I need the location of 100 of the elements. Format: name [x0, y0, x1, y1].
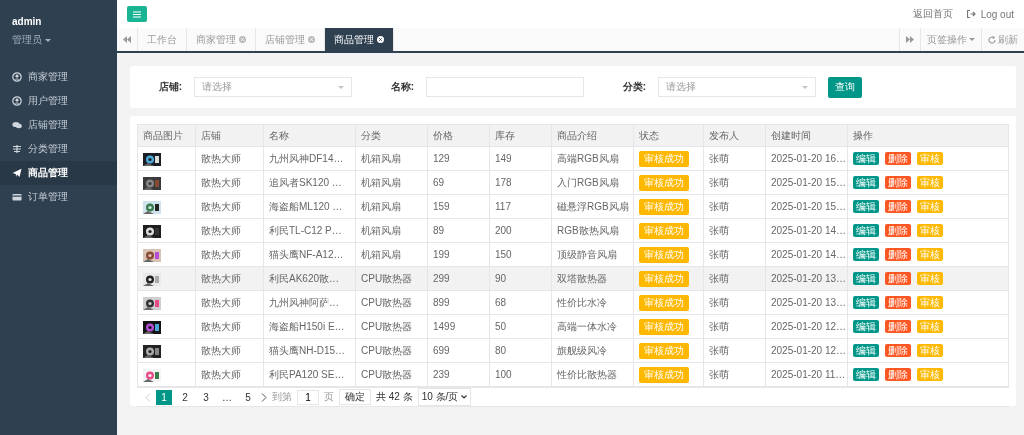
- refresh-icon: [988, 35, 996, 44]
- column-header: 状态: [633, 124, 704, 147]
- delete-button[interactable]: 删除: [885, 368, 911, 381]
- table-cell: 50: [489, 314, 552, 339]
- page-button[interactable]: 1: [156, 389, 172, 405]
- sidebar-item[interactable]: 用户管理: [0, 89, 117, 113]
- table-cell: 机箱风扇: [355, 194, 428, 219]
- total-count: 共 42 条: [376, 390, 413, 404]
- edit-button[interactable]: 编辑: [853, 296, 879, 309]
- edit-button[interactable]: 编辑: [853, 152, 879, 165]
- confirm-button[interactable]: 确定: [339, 389, 371, 405]
- delete-button[interactable]: 删除: [885, 272, 911, 285]
- sidebar-item[interactable]: 分类管理: [0, 137, 117, 161]
- tab[interactable]: 商家管理: [187, 28, 256, 51]
- page-button[interactable]: 2: [177, 389, 193, 405]
- delete-button[interactable]: 删除: [885, 248, 911, 261]
- table-cell: 69: [427, 170, 490, 195]
- table-cell: 散热大师: [195, 290, 264, 315]
- table-cell: 性价比散热器: [551, 362, 634, 387]
- role-dropdown[interactable]: 管理员: [12, 33, 105, 47]
- previous-page-icon[interactable]: [145, 392, 151, 402]
- page-button[interactable]: 3: [198, 389, 214, 405]
- table-cell: 2025-01-20 14…: [765, 218, 848, 243]
- table-cell: 海盗船ML120 …: [263, 194, 356, 219]
- table-cell: 张萌: [703, 194, 766, 219]
- search-button[interactable]: 查询: [828, 76, 862, 98]
- sidebar-item[interactable]: 店铺管理: [0, 113, 117, 137]
- logout-link[interactable]: Log out: [966, 8, 1014, 20]
- chat-icon: [12, 120, 22, 130]
- table-cell: 张萌: [703, 314, 766, 339]
- column-header: 名称: [263, 124, 356, 147]
- page-size-select[interactable]: 10 条/页: [417, 388, 472, 406]
- user-icon: [12, 96, 22, 106]
- edit-button[interactable]: 编辑: [853, 200, 879, 213]
- table-cell: 张萌: [703, 242, 766, 267]
- edit-button[interactable]: 编辑: [853, 224, 879, 237]
- edit-button[interactable]: 编辑: [853, 248, 879, 261]
- menu-button[interactable]: [127, 6, 147, 22]
- table-cell: 80: [489, 338, 552, 363]
- home-link[interactable]: 返回首页: [912, 7, 953, 21]
- tab[interactable]: 商品管理: [325, 28, 394, 51]
- sidebar-item[interactable]: 商家管理: [0, 65, 117, 89]
- table-cell: 200: [489, 218, 552, 243]
- status-badge: 审核成功: [639, 342, 689, 359]
- page-input[interactable]: 1: [297, 389, 319, 405]
- delete-button[interactable]: 删除: [885, 296, 911, 309]
- filter-label: 店铺:: [157, 80, 183, 94]
- delete-button[interactable]: 删除: [885, 224, 911, 237]
- user-icon: [12, 72, 22, 82]
- table-cell: 2025-01-20 11…: [765, 362, 848, 387]
- table-cell: 入门RGB风扇: [551, 170, 634, 195]
- sidebar-item[interactable]: 订单管理: [0, 185, 117, 209]
- page-button[interactable]: …: [219, 389, 235, 405]
- table-cell: 利民PA120 SE…: [263, 362, 356, 387]
- table-cell: 猫头鹰NF-A12…: [263, 242, 356, 267]
- table-cell: 张萌: [703, 362, 766, 387]
- delete-button[interactable]: 删除: [885, 152, 911, 165]
- table-cell: 散热大师: [195, 194, 264, 219]
- tab[interactable]: 工作台: [138, 28, 187, 51]
- table-cell: 散热大师: [195, 242, 264, 267]
- edit-button[interactable]: 编辑: [853, 176, 879, 189]
- sidebar-item[interactable]: 商品管理: [0, 161, 117, 185]
- column-header: 创建时间: [765, 124, 848, 147]
- table-cell: 899: [427, 290, 490, 315]
- edit-button[interactable]: 编辑: [853, 272, 879, 285]
- edit-button[interactable]: 编辑: [853, 368, 879, 381]
- column-header: 发布人: [703, 124, 766, 147]
- next-page-icon[interactable]: [261, 392, 267, 402]
- input-field[interactable]: [426, 77, 584, 97]
- list-icon: [12, 144, 22, 154]
- edit-button[interactable]: 编辑: [853, 320, 879, 333]
- table-cell: 2025-01-20 14…: [765, 242, 848, 267]
- status-badge: 审核成功: [639, 222, 689, 239]
- table-cell: RGB散热风扇: [551, 218, 634, 243]
- delete-button[interactable]: 删除: [885, 176, 911, 189]
- status-badge: 审核成功: [639, 270, 689, 287]
- delete-button[interactable]: 删除: [885, 320, 911, 333]
- delete-button[interactable]: 删除: [885, 200, 911, 213]
- delete-button[interactable]: 删除: [885, 344, 911, 357]
- table-cell: 机箱风扇: [355, 218, 428, 243]
- table-cell: CPU散热器: [355, 290, 428, 315]
- table-cell: 68: [489, 290, 552, 315]
- close-icon[interactable]: [377, 36, 384, 43]
- table-cell: 海盗船H150i E…: [263, 314, 356, 339]
- select-field[interactable]: 请选择: [658, 77, 816, 97]
- edit-button[interactable]: 编辑: [853, 344, 879, 357]
- table-cell: 利民TL-C12 P…: [263, 218, 356, 243]
- table-cell: 100: [489, 362, 552, 387]
- page-button[interactable]: 5: [240, 389, 256, 405]
- status-badge: 审核成功: [639, 174, 689, 191]
- select-field[interactable]: 请选择: [194, 77, 352, 97]
- logout-icon: [966, 10, 976, 18]
- table-cell: 散热大师: [195, 338, 264, 363]
- column-header: 分类: [355, 124, 428, 147]
- page-unit: 页: [324, 390, 334, 404]
- tab-actions-dropdown[interactable]: 页签操作: [920, 28, 981, 51]
- table-cell: 1499: [427, 314, 490, 339]
- table-cell: 机箱风扇: [355, 242, 428, 267]
- refresh-button[interactable]: 刷新: [981, 28, 1024, 51]
- column-header: 商品图片: [137, 124, 196, 147]
